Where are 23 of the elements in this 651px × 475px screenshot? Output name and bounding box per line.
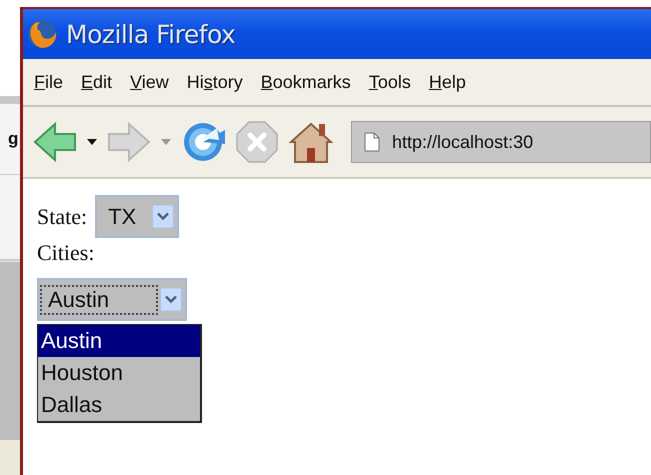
menu-item[interactable]: Bookmarks xyxy=(260,72,351,92)
dropdown-option[interactable]: Austin xyxy=(38,325,200,357)
cities-dropdown[interactable]: Austin xyxy=(37,278,187,321)
dropdown-option[interactable]: Dallas xyxy=(38,389,200,421)
menu-item[interactable]: Tools xyxy=(368,72,411,92)
menu-item[interactable]: File xyxy=(34,72,64,92)
state-label: State: xyxy=(37,204,88,230)
menu-item[interactable]: Edit xyxy=(81,72,112,92)
state-dropdown[interactable]: TX xyxy=(95,195,180,238)
address-field[interactable]: http://localhost:30 xyxy=(351,121,651,163)
window-text: g xyxy=(8,129,18,149)
back-arrow-icon[interactable] xyxy=(33,120,77,164)
dropdown-option[interactable]: Houston xyxy=(38,357,200,389)
menu-item[interactable]: History xyxy=(186,72,243,92)
page-icon xyxy=(364,132,380,152)
home-icon[interactable] xyxy=(289,120,333,164)
cities-label: Cities: xyxy=(37,240,94,266)
caret-icon[interactable] xyxy=(87,139,97,145)
window-title: Mozilla Firefox xyxy=(66,20,236,48)
globe-logo-icon xyxy=(26,18,58,50)
menu-item[interactable]: View xyxy=(130,72,169,92)
menu-item[interactable]: Help xyxy=(428,72,466,92)
reload-icon[interactable] xyxy=(181,120,225,164)
